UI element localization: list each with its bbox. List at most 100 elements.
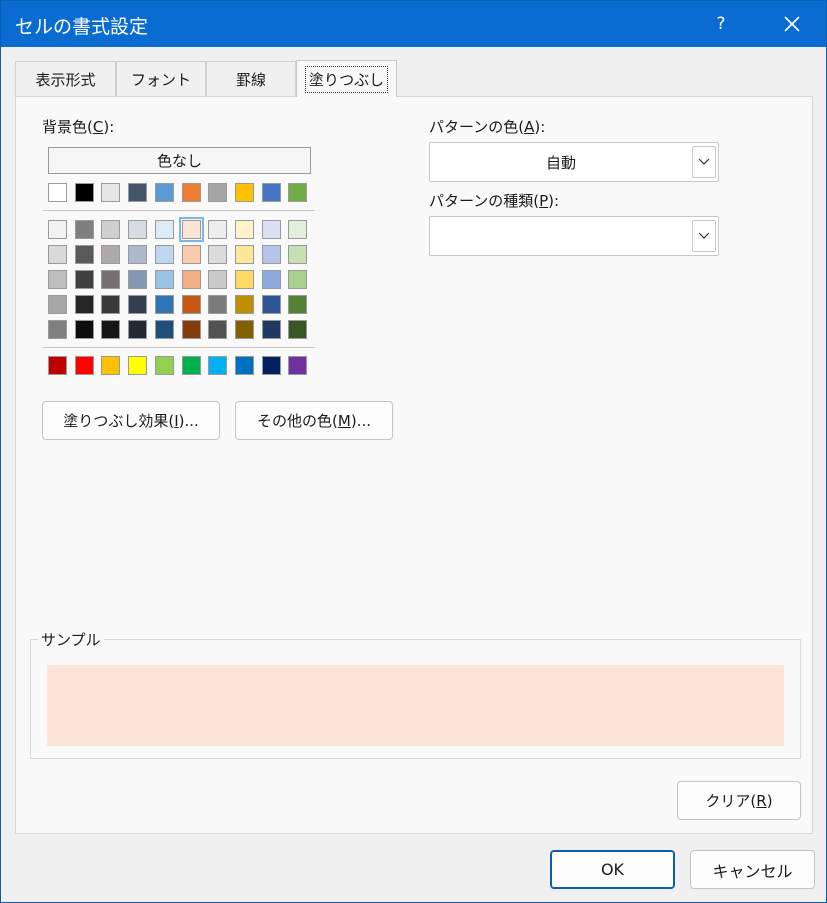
theme-shade-swatch[interactable]	[235, 270, 254, 289]
theme-shade-swatch[interactable]	[128, 220, 147, 239]
pattern-color-label: パターンの色(A):	[429, 118, 546, 136]
theme-color-swatch[interactable]	[128, 183, 147, 202]
pattern-style-value	[430, 217, 692, 255]
cancel-button[interactable]: キャンセル	[690, 850, 815, 889]
title-bar: セルの書式設定 ?	[1, 1, 826, 47]
theme-shade-swatch[interactable]	[235, 295, 254, 314]
standard-color-swatch[interactable]	[182, 356, 201, 375]
theme-shade-swatch[interactable]	[128, 320, 147, 339]
theme-shade-swatch[interactable]	[182, 295, 201, 314]
theme-color-swatch[interactable]	[48, 183, 67, 202]
theme-color-swatch[interactable]	[288, 183, 307, 202]
theme-shade-swatch[interactable]	[48, 245, 67, 264]
theme-shade-swatch[interactable]	[208, 220, 227, 239]
pattern-style-dropdown[interactable]	[429, 216, 719, 256]
theme-color-swatch[interactable]	[75, 183, 94, 202]
theme-shade-swatch[interactable]	[75, 220, 94, 239]
theme-shade-swatch[interactable]	[288, 245, 307, 264]
theme-color-swatch[interactable]	[235, 183, 254, 202]
theme-shade-swatch[interactable]	[288, 220, 307, 239]
standard-color-swatch[interactable]	[101, 356, 120, 375]
theme-color-swatch[interactable]	[155, 183, 174, 202]
theme-shade-swatch[interactable]	[48, 320, 67, 339]
theme-shade-swatch[interactable]	[155, 245, 174, 264]
no-color-button[interactable]: 色なし	[48, 147, 311, 174]
theme-shade-swatch[interactable]	[155, 295, 174, 314]
theme-color-swatch[interactable]	[262, 183, 281, 202]
theme-shade-swatch[interactable]	[235, 320, 254, 339]
tab-font[interactable]: フォント	[116, 61, 206, 96]
theme-shade-swatch[interactable]	[75, 320, 94, 339]
theme-shade-swatch[interactable]	[48, 295, 67, 314]
format-cells-dialog: セルの書式設定 ? 表示形式 フォント 罫線 塗りつぶし 背景色(C): 色なし	[0, 0, 827, 903]
theme-shade-swatch[interactable]	[262, 220, 281, 239]
theme-shade-swatch[interactable]	[101, 270, 120, 289]
theme-color-swatch[interactable]	[182, 183, 201, 202]
standard-color-swatch[interactable]	[48, 356, 67, 375]
theme-shade-swatch[interactable]	[208, 295, 227, 314]
standard-color-swatch[interactable]	[128, 356, 147, 375]
help-button[interactable]: ?	[705, 7, 737, 41]
theme-shade-swatch[interactable]	[101, 245, 120, 264]
theme-shade-swatch[interactable]	[101, 220, 120, 239]
theme-shade-swatch[interactable]	[128, 270, 147, 289]
standard-color-swatch[interactable]	[288, 356, 307, 375]
theme-shade-swatch[interactable]	[288, 320, 307, 339]
theme-shade-swatch[interactable]	[288, 295, 307, 314]
pattern-color-dropdown-button[interactable]	[692, 146, 716, 178]
theme-shade-swatch[interactable]	[182, 320, 201, 339]
theme-shade-swatch[interactable]	[75, 245, 94, 264]
standard-color-swatch[interactable]	[262, 356, 281, 375]
ok-button[interactable]: OK	[550, 850, 675, 889]
theme-shade-swatch[interactable]	[262, 295, 281, 314]
pattern-color-value: 自動	[545, 153, 576, 172]
clear-button[interactable]: クリア(R)	[677, 781, 801, 820]
theme-shade-swatch[interactable]	[179, 217, 204, 242]
theme-shade-swatch[interactable]	[262, 270, 281, 289]
fill-effects-button[interactable]: 塗りつぶし効果(I)...	[42, 401, 220, 440]
tab-fill[interactable]: 塗りつぶし	[296, 60, 397, 97]
theme-shade-swatch[interactable]	[235, 245, 254, 264]
theme-shade-swatch[interactable]	[155, 220, 174, 239]
pattern-style-dropdown-button[interactable]	[692, 220, 716, 252]
theme-shade-swatch[interactable]	[75, 270, 94, 289]
standard-color-swatch[interactable]	[75, 356, 94, 375]
theme-shade-swatch[interactable]	[288, 270, 307, 289]
close-icon	[784, 16, 800, 32]
theme-shade-swatch[interactable]	[128, 245, 147, 264]
theme-color-swatch[interactable]	[208, 183, 227, 202]
theme-shade-swatch[interactable]	[48, 270, 67, 289]
theme-shade-swatch[interactable]	[48, 220, 67, 239]
theme-shade-swatch[interactable]	[262, 320, 281, 339]
theme-shade-swatch[interactable]	[235, 220, 254, 239]
theme-shade-swatch[interactable]	[208, 270, 227, 289]
sample-label: サンプル	[38, 629, 104, 650]
close-button[interactable]	[769, 5, 815, 43]
standard-color-swatch[interactable]	[208, 356, 227, 375]
pattern-style-label: パターンの種類(P):	[429, 192, 560, 210]
sample-preview	[47, 665, 784, 746]
theme-shade-swatch[interactable]	[101, 320, 120, 339]
pattern-color-dropdown[interactable]: 自動	[429, 142, 719, 182]
chevron-down-icon	[698, 158, 710, 165]
dialog-title: セルの書式設定	[15, 16, 149, 38]
tab-border[interactable]: 罫線	[206, 61, 296, 96]
theme-shade-swatch[interactable]	[182, 270, 201, 289]
theme-shade-swatch[interactable]	[101, 295, 120, 314]
standard-color-swatch[interactable]	[155, 356, 174, 375]
theme-shade-swatch[interactable]	[155, 320, 174, 339]
more-colors-button[interactable]: その他の色(M)...	[235, 401, 393, 440]
chevron-down-icon	[698, 232, 710, 239]
theme-shade-swatch[interactable]	[208, 245, 227, 264]
theme-color-swatch[interactable]	[101, 183, 120, 202]
theme-shade-swatch[interactable]	[75, 295, 94, 314]
theme-shade-swatch[interactable]	[208, 320, 227, 339]
standard-color-swatch[interactable]	[235, 356, 254, 375]
theme-shade-swatch[interactable]	[182, 245, 201, 264]
tab-number[interactable]: 表示形式	[15, 61, 116, 96]
palette-divider-bottom	[43, 347, 315, 348]
theme-shade-swatch[interactable]	[128, 295, 147, 314]
theme-shade-swatch[interactable]	[155, 270, 174, 289]
theme-shade-swatch[interactable]	[262, 245, 281, 264]
help-icon: ?	[716, 14, 726, 34]
